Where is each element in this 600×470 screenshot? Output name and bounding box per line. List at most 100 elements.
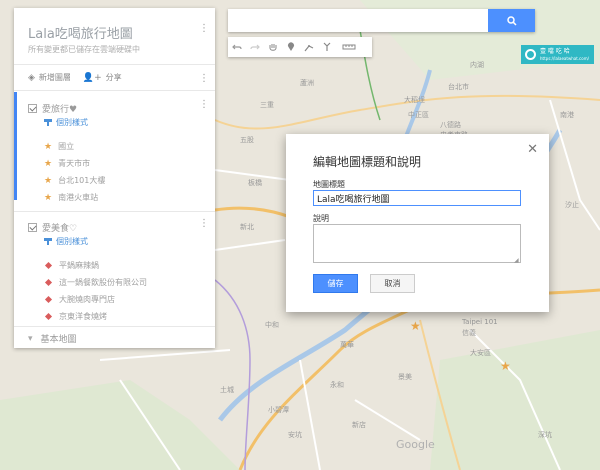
map-options-menu-icon[interactable]: ⋮ xyxy=(199,24,209,34)
map-label: 八德路 xyxy=(440,121,461,129)
individual-style-link[interactable]: 個別樣式 xyxy=(44,236,88,247)
list-item[interactable]: 平鍋麻辣鍋 xyxy=(44,260,99,271)
layer-header[interactable]: 愛美食♡ xyxy=(28,221,77,234)
layer-visibility-checkbox[interactable] xyxy=(28,223,37,232)
search-bar xyxy=(228,9,535,32)
map-label: 土城 xyxy=(220,386,234,394)
map-label: 深坑 xyxy=(538,431,552,439)
map-label: 景美 xyxy=(398,373,412,381)
style-link-label: 個別樣式 xyxy=(56,118,88,127)
map-title-input[interactable] xyxy=(313,190,521,206)
panel-actions-menu-icon[interactable]: ⋮ xyxy=(199,74,209,84)
map-label: 永和 xyxy=(330,381,344,389)
svg-text:★: ★ xyxy=(410,319,421,333)
panel-actions: ◈ 新增圖層 👤+ 分享 xyxy=(28,72,122,83)
layer-name[interactable]: 愛美食♡ xyxy=(42,221,77,234)
map-label: 萬華 xyxy=(340,341,354,349)
measure-icon[interactable] xyxy=(336,37,362,57)
cancel-button[interactable]: 取消 xyxy=(370,274,415,293)
layer-header[interactable]: 愛旅行♥ xyxy=(28,102,77,115)
map-label: 中正區 xyxy=(408,111,429,119)
map-label: 中和 xyxy=(265,321,279,329)
divider xyxy=(14,64,215,65)
layer-name[interactable]: 愛旅行♥ xyxy=(42,102,77,115)
list-item[interactable]: ★ 台北101大樓 xyxy=(44,175,105,186)
layers-icon: ◈ xyxy=(28,72,35,83)
search-button[interactable] xyxy=(488,9,535,32)
place-name: 平鍋麻辣鍋 xyxy=(59,261,99,270)
divider xyxy=(14,90,215,91)
dialog-title: 編輯地圖標題和說明 xyxy=(313,155,422,169)
layer-options-menu-icon[interactable]: ⋮ xyxy=(199,100,209,110)
map-label: 安坑 xyxy=(288,431,302,439)
map-label: 五股 xyxy=(240,136,254,144)
svg-text:★: ★ xyxy=(500,359,511,373)
badge-text: 壹 噹 吃 哈 https://lalaeatwhat.com/ xyxy=(540,48,589,62)
add-marker-icon[interactable] xyxy=(282,37,300,57)
resize-handle-icon[interactable]: ◢ xyxy=(514,257,519,264)
individual-style-link[interactable]: 個別樣式 xyxy=(44,117,88,128)
diamond-marker-icon xyxy=(44,295,53,304)
redo-icon[interactable] xyxy=(246,37,264,57)
search-input[interactable] xyxy=(228,9,488,32)
pan-hand-icon[interactable] xyxy=(264,37,282,57)
list-item[interactable]: ★ 南港火車站 xyxy=(44,192,98,203)
map-toolbar xyxy=(228,37,372,57)
map-label: 大稻埕 xyxy=(404,96,425,104)
draw-line-icon[interactable] xyxy=(300,37,318,57)
save-button[interactable]: 儲存 xyxy=(313,274,358,293)
list-item[interactable]: ★ 國立 xyxy=(44,141,74,152)
google-logo: Google xyxy=(396,438,435,451)
base-map-label: 基本地圖 xyxy=(40,335,77,345)
share-button[interactable]: 👤+ 分享 xyxy=(83,72,122,83)
place-name: 青天市市 xyxy=(58,159,91,168)
directions-icon[interactable] xyxy=(318,37,336,57)
description-textarea[interactable] xyxy=(313,224,521,263)
list-item[interactable]: 這一鍋餐飲股份有限公司 xyxy=(44,277,147,288)
map-label: 三重 xyxy=(260,101,274,109)
star-icon: ★ xyxy=(44,192,53,203)
place-name: 南港火車站 xyxy=(58,193,99,202)
place-name: 大腕燒肉專門店 xyxy=(59,295,115,304)
badge-line-1: 壹 噹 吃 哈 xyxy=(540,47,570,55)
map-label: 新北 xyxy=(240,223,254,231)
chevron-down-icon: ▾ xyxy=(28,333,33,344)
map-layers-panel: Lala吃喝旅行地圖 所有變更都已儲存在雲端硬碟中 ⋮ ◈ 新增圖層 👤+ 分享… xyxy=(14,8,215,348)
badge-line-2: https://lalaeatwhat.com/ xyxy=(540,55,589,61)
map-label: 板橋 xyxy=(248,179,262,187)
style-link-label: 個別樣式 xyxy=(56,237,88,246)
place-name: 台北101大樓 xyxy=(58,176,106,185)
map-label: 汐止 xyxy=(565,201,579,209)
close-icon[interactable]: ✕ xyxy=(527,142,538,157)
search-icon xyxy=(506,15,517,26)
star-icon: ★ xyxy=(44,141,53,152)
diamond-marker-icon xyxy=(44,278,53,287)
list-item[interactable]: 京東洋食燒烤 xyxy=(44,311,107,322)
save-status: 所有變更都已儲存在雲端硬碟中 xyxy=(28,45,140,54)
base-map-toggle[interactable]: ▾ 基本地圖 xyxy=(28,332,77,346)
map-label: 蘆洲 xyxy=(300,79,314,87)
map-label: 台北市 xyxy=(448,83,469,91)
map-title[interactable]: Lala吃喝旅行地圖 xyxy=(28,23,133,42)
title-field-label: 地圖標題 xyxy=(313,180,345,189)
layer-visibility-checkbox[interactable] xyxy=(28,104,37,113)
map-label: 内湖 xyxy=(470,61,484,69)
map-label: 小碧潭 xyxy=(268,406,289,414)
diamond-marker-icon xyxy=(44,261,53,270)
map-label: 大安區 xyxy=(470,349,491,357)
add-layer-button[interactable]: ◈ 新增圖層 xyxy=(28,72,71,83)
star-icon: ★ xyxy=(44,158,53,169)
place-name: 這一鍋餐飲股份有限公司 xyxy=(59,278,147,287)
place-name: 國立 xyxy=(58,142,75,151)
diamond-marker-icon xyxy=(44,312,53,321)
list-item[interactable]: ★ 青天市市 xyxy=(44,158,90,169)
watermark-badge: 壹 噹 吃 哈 https://lalaeatwhat.com/ xyxy=(521,45,594,64)
edit-title-dialog: 編輯地圖標題和說明 ✕ 地圖標題 說明 ◢ 儲存 取消 xyxy=(286,134,549,312)
add-person-icon: 👤+ xyxy=(82,72,102,83)
undo-icon[interactable] xyxy=(228,37,246,57)
description-field-label: 說明 xyxy=(313,214,329,223)
paint-roller-icon xyxy=(44,118,52,127)
divider xyxy=(14,211,215,212)
layer-options-menu-icon[interactable]: ⋮ xyxy=(199,219,209,229)
list-item[interactable]: 大腕燒肉專門店 xyxy=(44,294,115,305)
